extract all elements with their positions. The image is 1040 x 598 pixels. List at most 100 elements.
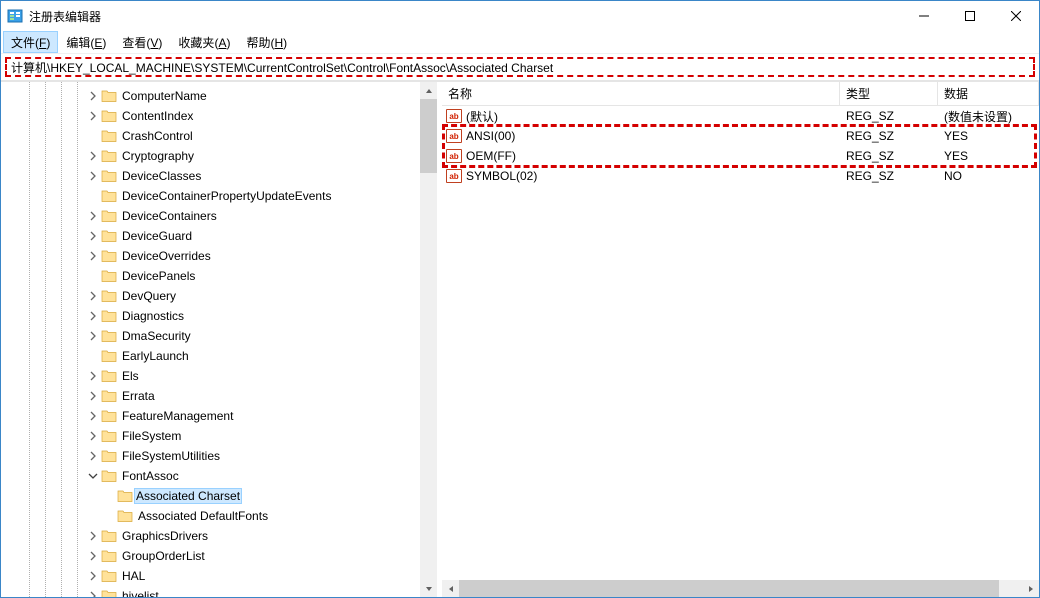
tree-item[interactable]: DeviceContainerPropertyUpdateEvents: [1, 186, 420, 206]
value-row[interactable]: ab(默认)REG_SZ(数值未设置): [442, 106, 1039, 126]
expand-icon[interactable]: [85, 528, 101, 544]
folder-icon: [101, 288, 117, 304]
scroll-right-button[interactable]: [1022, 580, 1039, 597]
titlebar[interactable]: 注册表编辑器: [1, 1, 1039, 31]
tree-item-label: Associated DefaultFonts: [137, 509, 269, 523]
tree-item-label: FileSystemUtilities: [121, 449, 221, 463]
tree-item[interactable]: Diagnostics: [1, 306, 420, 326]
tree-view[interactable]: ComputerName ContentIndexCrashControlCryp…: [1, 82, 420, 597]
menubar: 文件(F) 编辑(E) 查看(V) 收藏夹(A) 帮助(H): [1, 31, 1039, 53]
tree-spacer: [85, 268, 101, 284]
value-type: REG_SZ: [840, 149, 938, 163]
tree-item[interactable]: Associated Charset: [1, 486, 420, 506]
folder-icon: [101, 368, 117, 384]
tree-item[interactable]: FeatureManagement: [1, 406, 420, 426]
tree-item-label: Associated Charset: [134, 488, 242, 504]
expand-icon[interactable]: [85, 548, 101, 564]
expand-icon[interactable]: [85, 228, 101, 244]
tree-item[interactable]: ContentIndex: [1, 106, 420, 126]
menu-favorites[interactable]: 收藏夹(A): [170, 31, 238, 53]
collapse-icon[interactable]: [85, 468, 101, 484]
expand-icon[interactable]: [85, 248, 101, 264]
expand-icon[interactable]: [85, 108, 101, 124]
menu-edit[interactable]: 编辑(E): [58, 31, 114, 53]
expand-icon[interactable]: [85, 328, 101, 344]
expand-icon[interactable]: [85, 448, 101, 464]
close-button[interactable]: [993, 1, 1039, 31]
expand-icon[interactable]: [85, 428, 101, 444]
tree-vertical-scrollbar[interactable]: [420, 82, 437, 597]
tree-item[interactable]: DeviceOverrides: [1, 246, 420, 266]
scroll-track[interactable]: [420, 99, 437, 580]
tree-item-label: FileSystem: [121, 429, 182, 443]
menu-help[interactable]: 帮助(H): [238, 31, 295, 53]
tree-item-label: ComputerName: [121, 89, 208, 103]
tree-item-label: Diagnostics: [121, 309, 185, 323]
scroll-thumb[interactable]: [459, 580, 999, 597]
maximize-button[interactable]: [947, 1, 993, 31]
scroll-up-button[interactable]: [420, 82, 437, 99]
column-header-name[interactable]: 名称: [442, 82, 840, 105]
tree-item[interactable]: GraphicsDrivers: [1, 526, 420, 546]
tree-spacer: [101, 508, 117, 524]
tree-pane: ComputerName ContentIndexCrashControlCryp…: [1, 82, 437, 597]
menu-view[interactable]: 查看(V): [114, 31, 170, 53]
column-header-data[interactable]: 数据: [938, 82, 1039, 105]
scroll-left-button[interactable]: [442, 580, 459, 597]
value-row[interactable]: abANSI(00)REG_SZYES: [442, 126, 1039, 146]
expand-icon[interactable]: [85, 148, 101, 164]
expand-icon[interactable]: [85, 408, 101, 424]
tree-spacer: [85, 348, 101, 364]
expand-icon[interactable]: [85, 388, 101, 404]
expand-icon[interactable]: [85, 308, 101, 324]
tree-item[interactable]: DevicePanels: [1, 266, 420, 286]
tree-item[interactable]: EarlyLaunch: [1, 346, 420, 366]
column-header-type[interactable]: 类型: [840, 82, 938, 105]
tree-spacer: [101, 488, 117, 504]
tree-item[interactable]: FileSystem: [1, 426, 420, 446]
tree-item[interactable]: DevQuery: [1, 286, 420, 306]
tree-item[interactable]: DeviceClasses: [1, 166, 420, 186]
tree-item[interactable]: GroupOrderList: [1, 546, 420, 566]
folder-icon: [101, 528, 117, 544]
tree-item[interactable]: Errata: [1, 386, 420, 406]
tree-item[interactable]: DeviceContainers: [1, 206, 420, 226]
content-area: ComputerName ContentIndexCrashControlCryp…: [1, 81, 1039, 597]
expand-icon[interactable]: [85, 208, 101, 224]
tree-item[interactable]: FileSystemUtilities: [1, 446, 420, 466]
menu-file[interactable]: 文件(F): [3, 31, 58, 53]
tree-item[interactable]: Cryptography: [1, 146, 420, 166]
expand-icon[interactable]: [85, 568, 101, 584]
scroll-thumb[interactable]: [420, 99, 437, 173]
scroll-down-button[interactable]: [420, 580, 437, 597]
address-input[interactable]: 计算机\HKEY_LOCAL_MACHINE\SYSTEM\CurrentCon…: [5, 57, 1035, 77]
expand-icon[interactable]: [85, 588, 101, 597]
folder-icon: [101, 248, 117, 264]
value-type: REG_SZ: [840, 129, 938, 143]
list-horizontal-scrollbar[interactable]: [442, 580, 1039, 597]
scroll-track[interactable]: [459, 580, 1022, 597]
folder-icon: [101, 188, 117, 204]
tree-item[interactable]: Associated DefaultFonts: [1, 506, 420, 526]
tree-item[interactable]: HAL: [1, 566, 420, 586]
expand-icon[interactable]: [85, 288, 101, 304]
tree-item-label: Els: [121, 369, 140, 383]
tree-item[interactable]: CrashControl: [1, 126, 420, 146]
tree-item[interactable]: hivelist: [1, 586, 420, 597]
tree-item[interactable]: DeviceGuard: [1, 226, 420, 246]
minimize-button[interactable]: [901, 1, 947, 31]
expand-icon[interactable]: [85, 368, 101, 384]
folder-icon: [101, 388, 117, 404]
tree-item[interactable]: FontAssoc: [1, 466, 420, 486]
tree-item[interactable]: Els: [1, 366, 420, 386]
tree-item[interactable]: ComputerName: [1, 86, 420, 106]
tree-item-label: GroupOrderList: [121, 549, 206, 563]
folder-icon: [101, 548, 117, 564]
tree-item[interactable]: DmaSecurity: [1, 326, 420, 346]
expand-icon[interactable]: [85, 168, 101, 184]
value-row[interactable]: abOEM(FF)REG_SZYES: [442, 146, 1039, 166]
string-value-icon: ab: [446, 169, 462, 183]
list-view[interactable]: ab(默认)REG_SZ(数值未设置)abANSI(00)REG_SZYESab…: [442, 106, 1039, 580]
expand-icon[interactable]: [85, 88, 101, 104]
value-row[interactable]: abSYMBOL(02)REG_SZNO: [442, 166, 1039, 186]
